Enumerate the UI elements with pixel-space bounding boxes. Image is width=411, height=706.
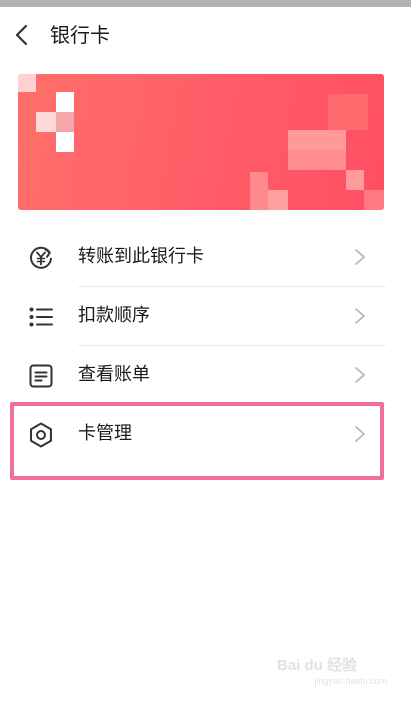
- card-mosaic-pixel: [364, 190, 384, 210]
- status-bar: [0, 0, 411, 7]
- back-button[interactable]: [8, 17, 40, 53]
- menu-item-label: 卡管理: [78, 423, 132, 444]
- watermark-logo: Bai du 经验: [277, 657, 358, 674]
- menu-item-deduction-order[interactable]: 扣款顺序: [18, 287, 386, 346]
- card-mosaic-pixel: [18, 74, 36, 92]
- card-mosaic-pixel: [56, 132, 74, 152]
- card-mosaic-pixel: [288, 130, 346, 150]
- page-title: 银行卡: [50, 23, 110, 47]
- card-mosaic-pixel: [328, 94, 368, 130]
- card-mosaic-pixel: [56, 92, 74, 112]
- yen-transfer-icon: [30, 246, 52, 269]
- menu-item-view-bill[interactable]: 查看账单: [18, 346, 386, 405]
- card-mosaic-pixel: [36, 112, 56, 132]
- chevron-left-icon: [15, 25, 28, 45]
- card-actions-menu: 转账到此银行卡 扣款顺序 查看账单 卡管理: [18, 228, 386, 464]
- chevron-right-icon: [355, 308, 365, 324]
- bank-card[interactable]: [18, 74, 384, 210]
- menu-item-label: 扣款顺序: [78, 305, 150, 326]
- menu-item-transfer[interactable]: 转账到此银行卡: [18, 228, 386, 287]
- card-mosaic-pixel: [268, 190, 288, 210]
- watermark: Bai du 经验 jingyan.baidu.com: [277, 654, 387, 694]
- menu-item-label: 查看账单: [78, 364, 150, 385]
- card-mosaic-pixel: [76, 74, 250, 210]
- card-mosaic-pixel: [56, 112, 74, 132]
- chevron-right-icon: [355, 249, 365, 265]
- card-mosaic-pixel: [288, 150, 346, 170]
- menu-item-label: 转账到此银行卡: [78, 246, 204, 267]
- card-mosaic-pixel: [250, 172, 268, 210]
- chevron-right-icon: [355, 426, 365, 442]
- menu-item-card-management[interactable]: 卡管理: [18, 405, 386, 464]
- chevron-right-icon: [355, 367, 365, 383]
- list-icon: [29, 307, 53, 327]
- bill-icon: [29, 364, 53, 388]
- app-header: 银行卡: [0, 7, 411, 63]
- watermark-url: jingyan.baidu.com: [314, 676, 387, 686]
- card-mosaic-pixel: [346, 170, 364, 190]
- gear-icon: [30, 422, 52, 448]
